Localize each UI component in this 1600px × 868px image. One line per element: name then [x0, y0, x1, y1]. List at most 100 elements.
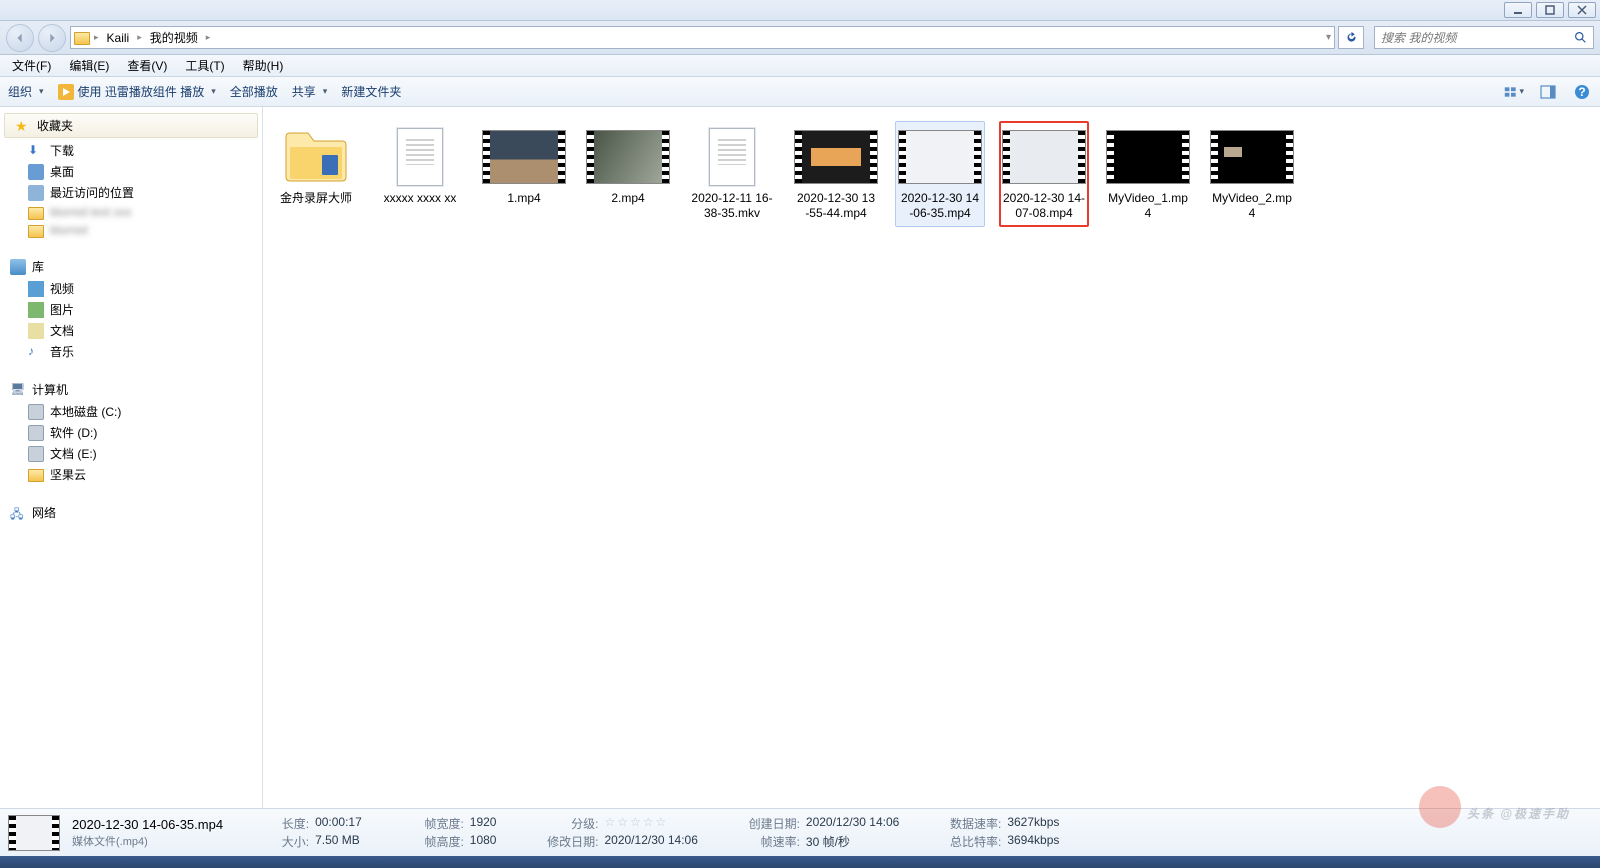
file-item[interactable]: 2020-12-30 14-06-35.mp4 — [895, 121, 985, 227]
desktop-icon — [28, 164, 44, 180]
cmd-share[interactable]: 共享 — [292, 83, 328, 100]
file-label: 2020-12-30 14-06-35.mp4 — [899, 191, 981, 221]
sidebar-libraries-header[interactable]: 库 — [0, 255, 262, 278]
details-property: 大小:7.50 MB — [253, 833, 362, 850]
documents-icon — [28, 323, 44, 339]
sidebar-network-header[interactable]: 🖧网络 — [0, 501, 262, 524]
details-property: 帧速率:30 帧/秒 — [744, 833, 899, 850]
file-item[interactable]: xxxxx xxxx xx — [375, 121, 465, 227]
address-dropdown-icon[interactable]: ▾ — [1326, 32, 1331, 43]
window-close-button[interactable] — [1568, 2, 1596, 18]
document-thumbnail — [378, 127, 462, 187]
cmd-play-all[interactable]: 全部播放 — [230, 83, 278, 100]
navigation-bar: ▸ Kaili ▸ 我的视频 ▸ ▾ — [0, 21, 1600, 55]
file-label: 2020-12-30 13-55-44.mp4 — [795, 191, 877, 221]
file-label: 2020-12-11 16-38-35.mkv — [691, 191, 773, 221]
folder-icon — [28, 225, 44, 238]
sidebar-computer-header[interactable]: 🖥计算机 — [0, 378, 262, 401]
video-thumbnail — [898, 127, 982, 187]
music-icon: ♪ — [28, 344, 44, 360]
libraries-icon — [10, 259, 26, 275]
breadcrumb-item[interactable]: 我的视频 — [146, 27, 202, 48]
file-item[interactable]: 2.mp4 — [583, 121, 673, 227]
menu-file[interactable]: 文件(F) — [4, 54, 59, 77]
nav-forward-button[interactable] — [38, 24, 66, 52]
folder-icon — [28, 207, 44, 220]
document-thumbnail — [690, 127, 774, 187]
cmd-organize[interactable]: 组织 — [8, 83, 44, 100]
disk-icon — [28, 425, 44, 441]
search-icon — [1574, 31, 1587, 44]
sidebar-item-disk-c[interactable]: 本地磁盘 (C:) — [0, 401, 262, 422]
breadcrumb-item[interactable]: Kaili — [103, 29, 134, 47]
folder-icon — [28, 469, 44, 482]
file-list-pane[interactable]: 金舟录屏大师 xxxxx xxxx xx 1.mp4 2.mp4 2020-12-11 … — [263, 107, 1600, 808]
window-titlebar — [0, 0, 1600, 21]
sidebar-item-recent[interactable]: 最近访问的位置 — [0, 182, 262, 203]
sidebar-item-jianguoyun[interactable]: 坚果云 — [0, 464, 262, 485]
menu-edit[interactable]: 编辑(E) — [61, 54, 117, 77]
file-item[interactable]: 2020-12-30 13-55-44.mp4 — [791, 121, 881, 227]
nav-back-button[interactable] — [6, 24, 34, 52]
favorites-icon: ★ — [15, 118, 31, 134]
menu-help[interactable]: 帮助(H) — [235, 54, 292, 77]
video-thumbnail — [1002, 127, 1086, 187]
file-item[interactable]: 2020-12-11 16-38-35.mkv — [687, 121, 777, 227]
download-icon: ⬇ — [28, 143, 44, 159]
cmd-help-button[interactable]: ? — [1572, 82, 1592, 102]
window-minimize-button[interactable] — [1504, 2, 1532, 18]
sidebar-item-downloads[interactable]: ⬇下载 — [0, 140, 262, 161]
disk-icon — [28, 446, 44, 462]
sidebar-item-music[interactable]: ♪音乐 — [0, 341, 262, 362]
sidebar-item-disk-d[interactable]: 软件 (D:) — [0, 422, 262, 443]
cmd-new-folder[interactable]: 新建文件夹 — [341, 83, 401, 100]
video-thumbnail — [586, 127, 670, 187]
menu-view[interactable]: 查看(V) — [119, 54, 175, 77]
refresh-button[interactable] — [1338, 26, 1364, 49]
sidebar-item-pictures[interactable]: 图片 — [0, 299, 262, 320]
details-property: 长度:00:00:17 — [253, 815, 362, 832]
sidebar-item-blurred[interactable]: blurred — [0, 221, 262, 239]
sidebar-item-documents[interactable]: 文档 — [0, 320, 262, 341]
cmd-play-with[interactable]: 使用 迅雷播放组件 播放 — [58, 83, 216, 100]
svg-text:?: ? — [1578, 85, 1585, 99]
details-filename: 2020-12-30 14-06-35.mp4 — [72, 817, 223, 832]
details-thumbnail — [8, 815, 60, 851]
recent-icon — [28, 185, 44, 201]
play-icon — [58, 84, 74, 100]
file-item[interactable]: 金舟录屏大师 — [271, 121, 361, 227]
file-label: xxxxx xxxx xx — [384, 191, 457, 206]
pictures-icon — [28, 302, 44, 318]
sidebar-item-blurred[interactable]: blurred text xxx — [0, 203, 262, 221]
sidebar-item-desktop[interactable]: 桌面 — [0, 161, 262, 182]
breadcrumb-sep: ▸ — [94, 32, 99, 43]
file-item[interactable]: 1.mp4 — [479, 121, 569, 227]
cmd-view-button[interactable] — [1504, 82, 1524, 102]
details-property: 帧宽度:1920 — [408, 815, 497, 832]
network-icon: 🖧 — [10, 505, 26, 521]
breadcrumb-sep: ▸ — [206, 32, 211, 43]
cmd-preview-pane-button[interactable] — [1538, 82, 1558, 102]
menu-tools[interactable]: 工具(T) — [177, 54, 232, 77]
computer-icon: 🖥 — [10, 382, 26, 398]
file-label: MyVideo_2.mp4 — [1211, 191, 1293, 221]
disk-icon — [28, 404, 44, 420]
search-input[interactable] — [1381, 31, 1574, 45]
sidebar-item-videos[interactable]: 视频 — [0, 278, 262, 299]
window-maximize-button[interactable] — [1536, 2, 1564, 18]
details-property: 数据速率:3627kbps — [945, 815, 1059, 832]
taskbar[interactable] — [0, 856, 1600, 868]
search-box[interactable] — [1374, 26, 1594, 49]
video-thumbnail — [794, 127, 878, 187]
file-item[interactable]: MyVideo_1.mp4 — [1103, 121, 1193, 227]
sidebar-item-disk-e[interactable]: 文档 (E:) — [0, 443, 262, 464]
file-item[interactable]: MyVideo_2.mp4 — [1207, 121, 1297, 227]
address-bar[interactable]: ▸ Kaili ▸ 我的视频 ▸ ▾ — [70, 26, 1335, 49]
file-item[interactable]: 2020-12-30 14-07-08.mp4 — [999, 121, 1089, 227]
details-property: 修改日期:2020/12/30 14:06 — [542, 833, 697, 850]
file-label: 2020-12-30 14-07-08.mp4 — [1003, 191, 1086, 221]
file-label: 2.mp4 — [611, 191, 644, 206]
sidebar-favorites-header[interactable]: ★收藏夹 — [4, 113, 258, 138]
details-pane: 2020-12-30 14-06-35.mp4 媒体文件(.mp4) 长度:00… — [0, 808, 1600, 856]
navigation-pane: ★收藏夹 ⬇下载 桌面 最近访问的位置 blurred text xxx blu… — [0, 107, 263, 808]
